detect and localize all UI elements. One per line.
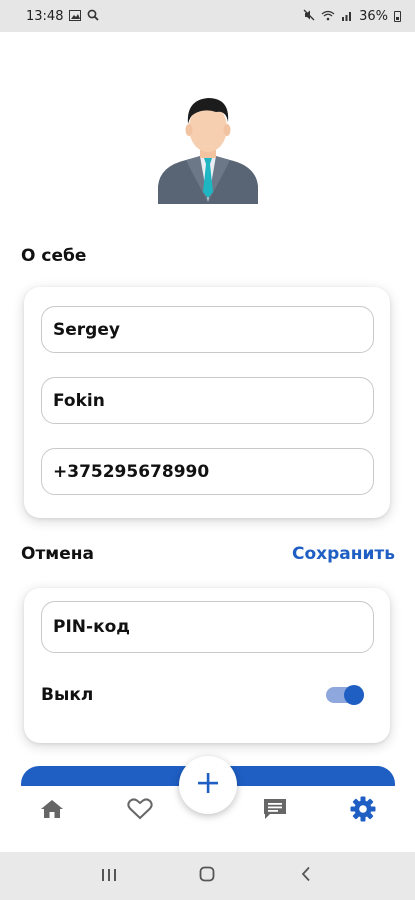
pin-code-field[interactable]: PIN-код [41,601,374,653]
status-right: 36% [303,9,401,24]
save-button[interactable]: Сохранить [292,544,395,564]
toggle-thumb [344,685,364,705]
nav-home[interactable] [37,796,67,826]
recent-apps-icon [101,867,117,886]
signal-icon [341,10,353,23]
status-time: 13:48 [26,8,64,24]
home-system-button[interactable] [194,863,220,889]
wifi-icon [321,10,335,23]
add-icon [197,772,219,798]
system-nav-bar [0,852,415,900]
mute-icon [303,9,315,23]
phone-field[interactable]: +375295678990 [41,448,374,495]
search-icon [87,9,100,23]
home-square-icon [199,866,215,886]
nav-settings[interactable] [348,796,378,826]
section-title-about: О себе [21,246,87,266]
toggle-label: Выкл [41,685,94,705]
chat-icon [262,797,288,825]
last-name-field[interactable]: Fokin [41,377,374,424]
status-bar: 13:48 36% [0,0,415,32]
first-name-field[interactable]: Sergey [41,306,374,353]
avatar[interactable] [156,94,260,204]
back-button[interactable] [293,863,319,889]
home-icon [40,798,64,824]
nav-favorites[interactable] [125,796,155,826]
settings-icon [349,795,377,827]
profile-card: Sergey Fokin +375295678990 [24,287,390,518]
back-chevron-icon [300,866,312,886]
battery-icon [394,10,401,22]
heart-icon [127,798,153,824]
add-button[interactable] [179,756,237,814]
status-left: 13:48 [26,8,100,24]
battery-percent: 36% [359,8,388,24]
pin-toggle[interactable] [326,685,364,705]
nav-messages[interactable] [260,796,290,826]
security-card: PIN-код Выкл [24,588,390,743]
actions-row: Отмена Сохранить [21,541,395,567]
cancel-button[interactable]: Отмена [21,544,94,564]
image-icon [69,9,82,23]
recent-apps-button[interactable] [96,863,122,889]
